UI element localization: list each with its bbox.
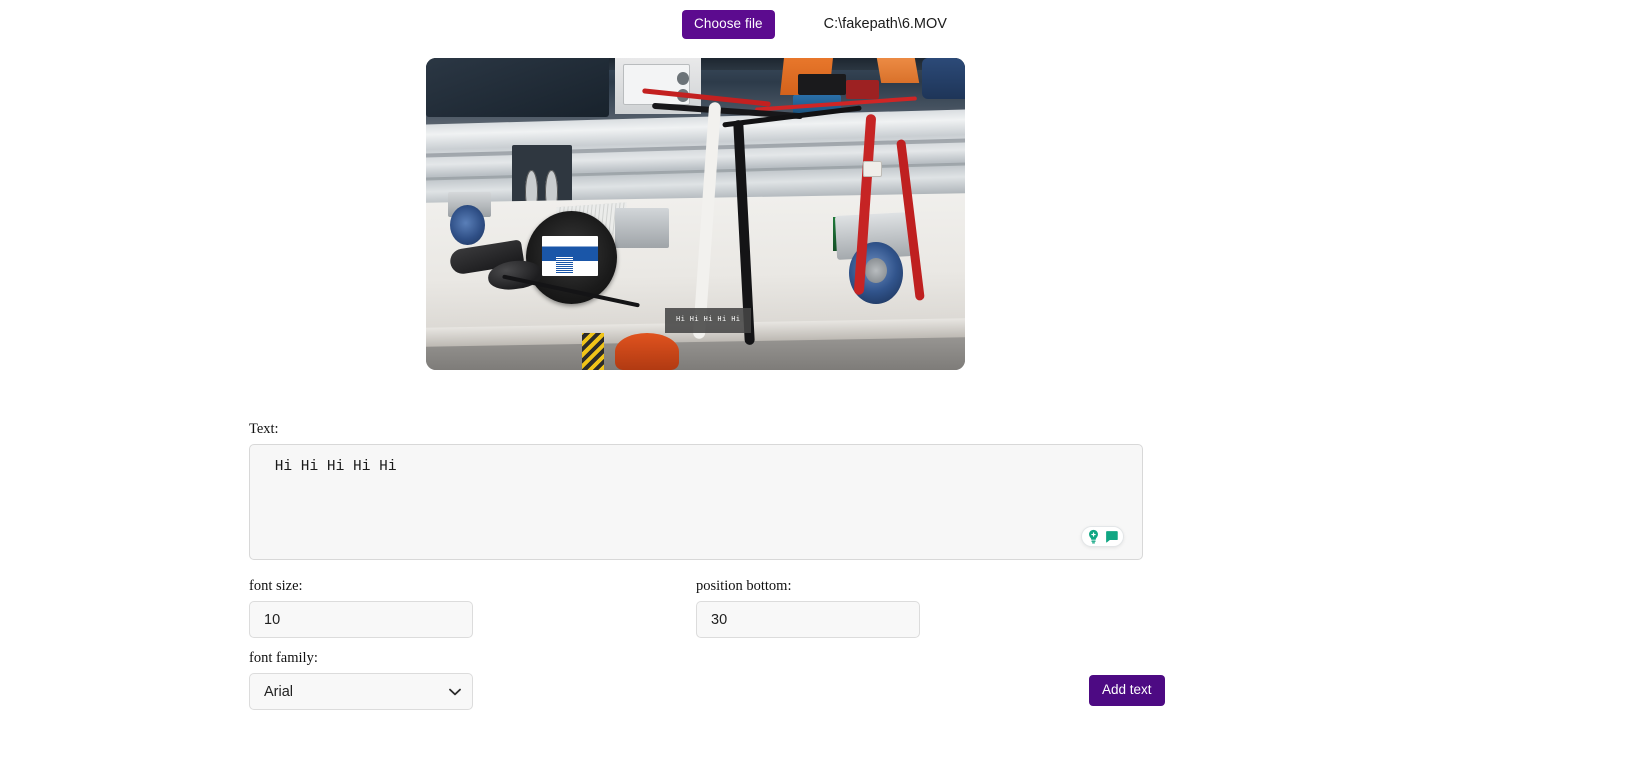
position-bottom-input[interactable] <box>696 601 920 638</box>
font-family-select[interactable]: Arial <box>249 673 473 710</box>
selected-file-name: C:\fakepath\6.MOV <box>823 16 947 33</box>
video-text-overlay: Hi Hi Hi Hi Hi <box>665 308 752 333</box>
scene-caster-hub <box>865 257 887 283</box>
scene-hazard-tape <box>582 332 604 370</box>
font-size-label: font size: <box>249 578 303 594</box>
scene-person <box>921 58 965 99</box>
scene-red-board <box>846 79 879 99</box>
video-preview[interactable]: Hi Hi Hi Hi Hi <box>426 58 965 370</box>
font-family-select-container[interactable]: Arial <box>249 673 473 710</box>
scene-pneumatic-cylinder <box>614 207 669 249</box>
speech-bubble-icon[interactable] <box>1103 528 1120 545</box>
scene-psu-knob <box>676 72 690 86</box>
scene-wheel-qr-code <box>556 256 574 273</box>
font-size-input[interactable] <box>249 601 473 638</box>
lightbulb-plus-icon[interactable] <box>1085 528 1102 545</box>
text-input-container[interactable] <box>249 444 1143 560</box>
writing-assistant-widget[interactable] <box>1081 526 1124 547</box>
file-picker-group: Choose file C:\fakepath\6.MOV <box>682 10 947 39</box>
video-frame: Hi Hi Hi Hi Hi <box>426 58 965 370</box>
text-input[interactable] <box>250 445 1142 559</box>
page-root: Choose file C:\fakepath\6.MOV Hi Hi Hi H… <box>0 0 1629 774</box>
scene-orange-beam <box>876 58 919 83</box>
scene-monitor <box>426 58 610 118</box>
file-picker-row: Choose file C:\fakepath\6.MOV <box>0 10 1629 39</box>
scene-rail-groove <box>426 138 965 158</box>
add-text-button[interactable]: Add text <box>1089 675 1165 706</box>
scene-black-enclosure <box>797 73 847 96</box>
scene-orange-equipment <box>614 332 680 370</box>
position-bottom-label: position bottom: <box>696 578 792 594</box>
choose-file-button[interactable]: Choose file <box>682 10 775 39</box>
text-field-label: Text: <box>249 421 279 437</box>
scene-rail-groove <box>426 162 965 182</box>
scene-cable-connector <box>862 160 882 177</box>
font-family-label: font family: <box>249 650 318 666</box>
